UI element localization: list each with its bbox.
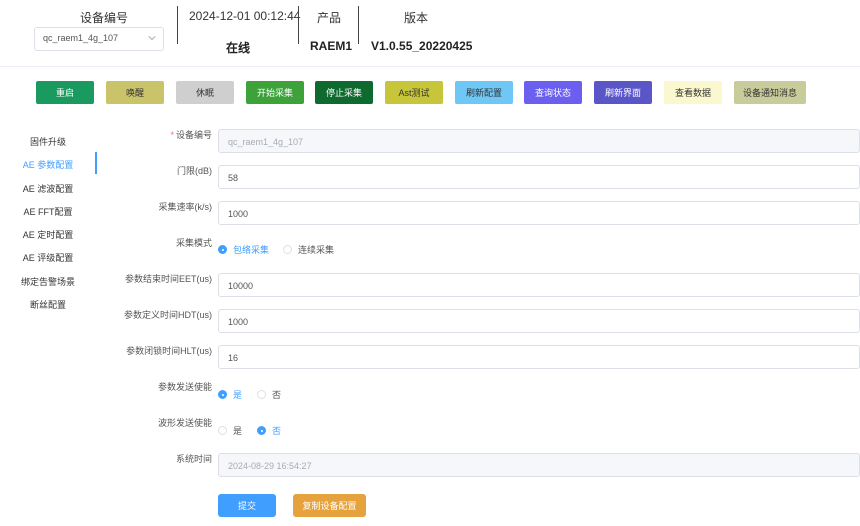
sleep-button[interactable]: 休眠	[176, 81, 234, 104]
wave-send-no-radio[interactable]: 否	[257, 424, 281, 437]
hdt-input[interactable]: 1000	[218, 309, 860, 333]
header-separator	[358, 6, 359, 44]
hlt-input[interactable]: 16	[218, 345, 860, 369]
wave-send-yes-radio[interactable]: 是	[218, 424, 242, 437]
wake-button[interactable]: 唤醒	[106, 81, 164, 104]
sidebar-item-ae-grading[interactable]: AE 评级配置	[0, 251, 96, 264]
view-data-button[interactable]: 查看数据	[664, 81, 722, 104]
radio-dot	[218, 390, 227, 399]
product-label: 产品	[317, 11, 342, 25]
sidebar-item-ae-fft[interactable]: AE FFT配置	[0, 205, 96, 218]
sample-rate-input[interactable]: 1000	[218, 201, 860, 225]
device-label: 设备编号	[80, 11, 129, 25]
hlt-label: 参数闭锁时间HLT(us)	[126, 346, 212, 356]
param-send-label: 参数发送使能	[157, 382, 212, 392]
sidebar-item-alarm-scene[interactable]: 绑定告警场景	[0, 275, 96, 288]
timestamp: 2024-12-01 00:12:44	[189, 9, 301, 23]
eet-label: 参数结束时间EET(us)	[124, 274, 212, 284]
start-collect-button[interactable]: 开始采集	[246, 81, 304, 104]
wave-send-label: 波形发送使能	[157, 418, 212, 428]
version-value: V1.0.55_20220425	[371, 39, 473, 53]
hdt-label: 参数定义时间HDT(us)	[124, 310, 212, 320]
device-select[interactable]: qc_raem1_4g_107	[34, 27, 164, 51]
online-status: 在线	[226, 41, 251, 55]
radio-dot	[257, 390, 266, 399]
sidebar-item-wire-break[interactable]: 断丝配置	[0, 298, 96, 311]
sidebar-item-ae-timer[interactable]: AE 定时配置	[0, 228, 96, 241]
eet-input[interactable]: 10000	[218, 273, 860, 297]
device-select-value: qc_raem1_4g_107	[43, 33, 119, 43]
device-no-input[interactable]: qc_raem1_4g_107	[218, 129, 860, 153]
system-time-input[interactable]: 2024-08-29 16:54:27	[218, 453, 860, 477]
mode-continuous-radio[interactable]: 连续采集	[283, 243, 334, 256]
radio-dot	[218, 426, 227, 435]
radio-dot	[283, 245, 292, 254]
submit-button[interactable]: 提交	[218, 494, 276, 517]
ast-test-button[interactable]: Ast测试	[385, 81, 443, 104]
sidebar-item-firmware[interactable]: 固件升级	[0, 135, 96, 148]
restart-button[interactable]: 重启	[36, 81, 94, 104]
copy-config-button[interactable]: 复制设备配置	[293, 494, 366, 517]
threshold-label: 门限(dB)	[176, 166, 212, 176]
param-send-no-radio[interactable]: 否	[257, 388, 281, 401]
system-time-label: 系统时间	[175, 454, 212, 464]
mode-label: 采集模式	[175, 238, 212, 248]
mode-envelope-radio[interactable]: 包络采集	[218, 243, 269, 256]
radio-dot	[257, 426, 266, 435]
product-value: RAEM1	[310, 39, 353, 53]
header-separator	[177, 6, 178, 44]
threshold-input[interactable]: 58	[218, 165, 860, 189]
sample-rate-label: 采集速率(k/s)	[158, 202, 213, 212]
refresh-ui-button[interactable]: 刷新界面	[594, 81, 652, 104]
sidebar-active-indicator	[95, 152, 97, 174]
header-separator	[298, 6, 299, 44]
device-no-label: * 设备编号	[170, 130, 212, 140]
param-send-yes-radio[interactable]: 是	[218, 388, 242, 401]
sidebar-item-ae-filter[interactable]: AE 滤波配置	[0, 182, 96, 195]
header-divider	[0, 66, 860, 67]
refresh-config-button[interactable]: 刷新配置	[455, 81, 513, 104]
radio-dot	[218, 245, 227, 254]
query-status-button[interactable]: 查询状态	[524, 81, 582, 104]
chevron-down-icon	[148, 36, 156, 41]
version-label: 版本	[404, 11, 429, 25]
sidebar-item-ae-params[interactable]: AE 参数配置	[0, 158, 96, 171]
required-mark: *	[170, 130, 174, 140]
device-notify-button[interactable]: 设备通知消息	[734, 81, 806, 104]
stop-collect-button[interactable]: 停止采集	[315, 81, 373, 104]
